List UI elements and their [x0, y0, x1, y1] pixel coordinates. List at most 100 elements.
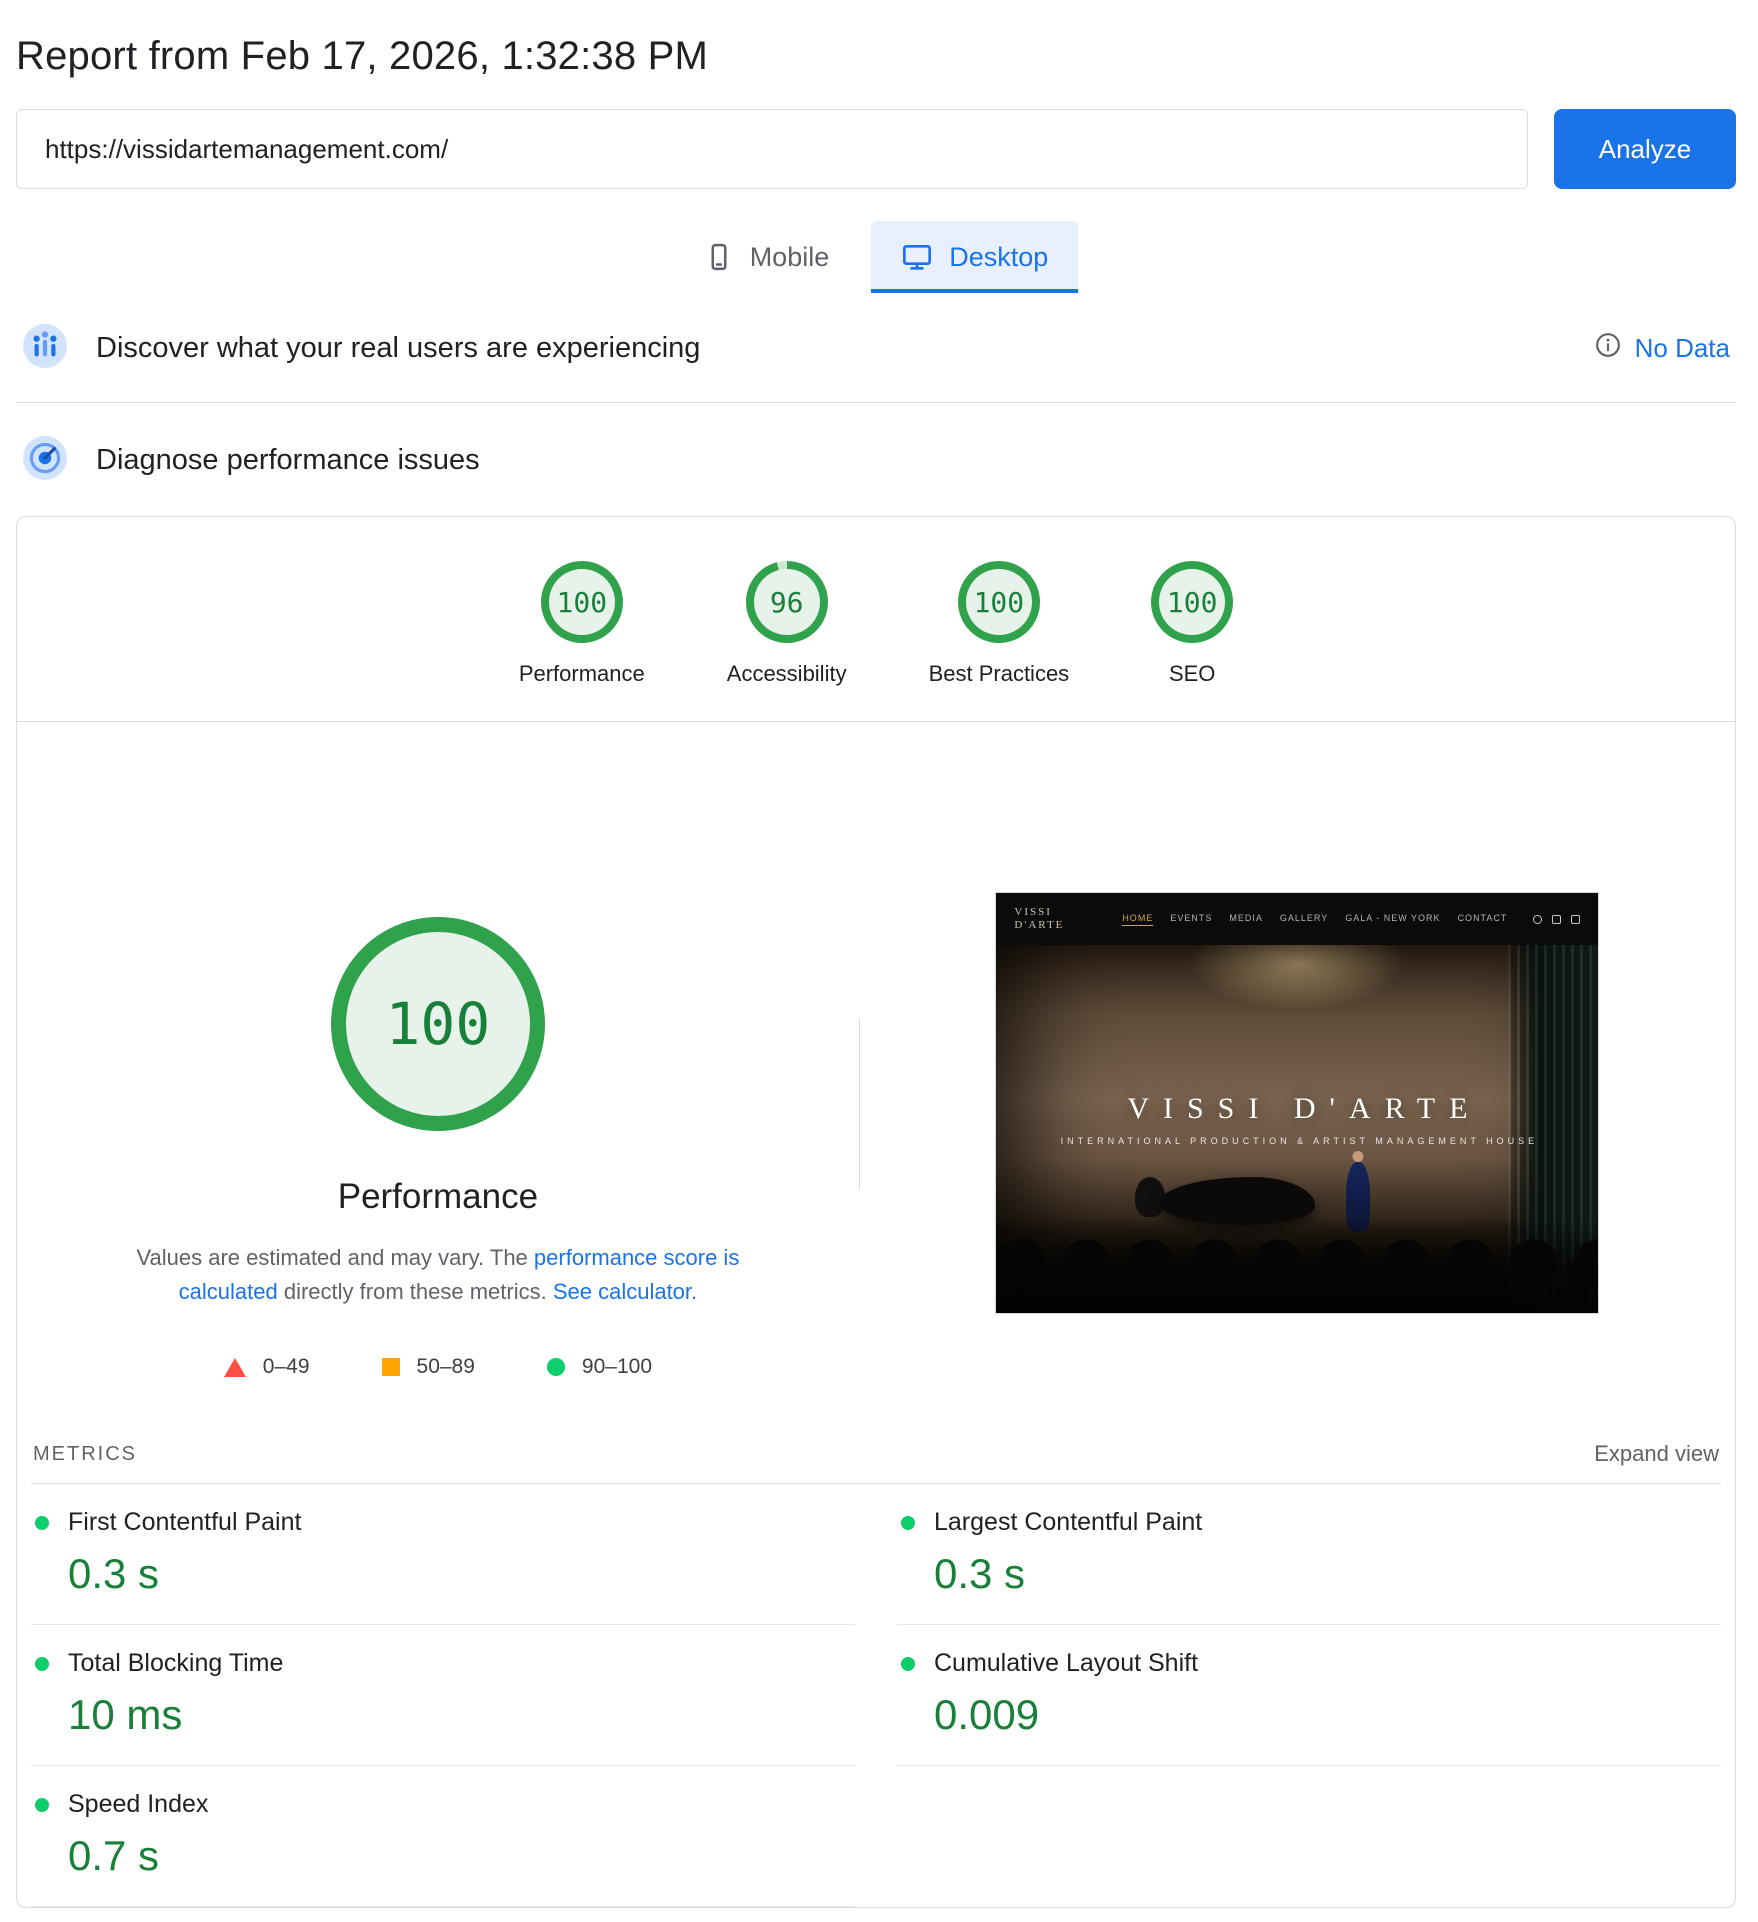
legend-range-average: 50–89 — [382, 1355, 475, 1379]
url-bar: Analyze — [16, 109, 1736, 189]
metrics-header: METRICS Expand view — [31, 1427, 1721, 1484]
performance-gauge: 100 — [331, 917, 545, 1131]
legend-range-fail: 0–49 — [224, 1355, 310, 1379]
site-social-icons — [1533, 915, 1580, 924]
gauge-description: Values are estimated and may vary. The p… — [113, 1241, 763, 1309]
tab-mobile-label: Mobile — [750, 242, 830, 273]
lab-data-section-header: Diagnose performance issues — [16, 403, 1736, 512]
site-navbar: VISSI D'ARTE HOME EVENTS MEDIA GALLERY G… — [996, 893, 1598, 945]
green-circle-icon — [547, 1358, 565, 1376]
category-score-best-practices[interactable]: 100 Best Practices — [929, 561, 1070, 687]
site-hero-text: VISSI D'ARTE INTERNATIONAL PRODUCTION & … — [996, 1092, 1598, 1146]
metric-name: Largest Contentful Paint — [934, 1508, 1202, 1537]
no-data-link[interactable]: No Data — [1635, 333, 1730, 364]
metric-value: 0.3 s — [68, 1550, 845, 1598]
score-ring: 96 — [746, 561, 828, 643]
score-value: 100 — [1159, 569, 1225, 635]
device-tabs: Mobile Desktop — [16, 221, 1736, 293]
metric-value: 0.7 s — [68, 1832, 845, 1880]
site-logo-line: D'ARTE — [1014, 919, 1064, 932]
diagnose-gauge-icon — [22, 435, 68, 486]
real-users-chart-icon — [22, 323, 68, 374]
score-ring: 100 — [1151, 561, 1233, 643]
metric-first-contentful-paint: First Contentful Paint 0.3 s — [31, 1484, 855, 1625]
screenshot-column: VISSI D'ARTE HOME EVENTS MEDIA GALLERY G… — [860, 722, 1735, 1379]
performance-gauge-score: 100 — [386, 990, 491, 1058]
site-hero-title: VISSI D'ARTE — [996, 1092, 1598, 1126]
performance-overview: 100 Performance Values are estimated and… — [17, 722, 1735, 1419]
metrics-right-column: Largest Contentful Paint 0.3 s Cumulativ… — [897, 1484, 1721, 1907]
metric-name: First Contentful Paint — [68, 1508, 301, 1537]
category-score-seo[interactable]: 100 SEO — [1151, 561, 1233, 687]
red-triangle-icon — [224, 1358, 246, 1377]
site-nav-gallery: GALLERY — [1280, 913, 1328, 926]
category-score-performance[interactable]: 100 Performance — [519, 561, 645, 687]
site-logo-line: VISSI — [1014, 906, 1064, 919]
pass-dot-icon — [35, 1516, 49, 1530]
page-title: Report from Feb 17, 2026, 1:32:38 PM — [16, 34, 1736, 79]
metric-value: 0.3 s — [934, 1550, 1711, 1598]
orange-square-icon — [382, 1358, 400, 1376]
site-nav-home: HOME — [1122, 913, 1153, 926]
performance-gauge-column: 100 Performance Values are estimated and… — [17, 722, 859, 1379]
metric-name: Cumulative Layout Shift — [934, 1649, 1198, 1678]
tab-desktop-label: Desktop — [949, 242, 1048, 273]
metric-total-blocking-time: Total Blocking Time 10 ms — [31, 1625, 855, 1766]
mobile-phone-icon — [704, 242, 734, 272]
tab-desktop[interactable]: Desktop — [871, 221, 1078, 293]
concert-hall-photo: VISSI D'ARTE INTERNATIONAL PRODUCTION & … — [996, 945, 1598, 1313]
metric-cumulative-layout-shift: Cumulative Layout Shift 0.009 — [897, 1625, 1721, 1766]
score-ring: 100 — [958, 561, 1040, 643]
no-data-status: No Data — [1595, 332, 1730, 365]
url-input[interactable] — [16, 109, 1528, 189]
category-scores: 100 Performance 96 Accessibility 100 Bes… — [17, 517, 1735, 722]
gauge-desc-text: directly from these metrics. — [278, 1279, 553, 1304]
youtube-icon — [1571, 915, 1580, 924]
score-value: 100 — [966, 569, 1032, 635]
see-calculator-link[interactable]: See calculator. — [553, 1279, 697, 1304]
site-hero-subtitle: INTERNATIONAL PRODUCTION & ARTIST MANAGE… — [996, 1136, 1598, 1146]
legend-label: 90–100 — [582, 1355, 652, 1379]
info-icon — [1595, 332, 1621, 365]
gauge-desc-text: Values are estimated and may vary. The — [136, 1245, 533, 1270]
lab-data-title: Diagnose performance issues — [96, 444, 480, 477]
pass-dot-icon — [901, 1657, 915, 1671]
metrics-heading: METRICS — [33, 1443, 137, 1466]
lighthouse-report-card: 100 Performance 96 Accessibility 100 Bes… — [16, 516, 1736, 1908]
metric-speed-index: Speed Index 0.7 s — [31, 1766, 855, 1907]
metric-name: Speed Index — [68, 1790, 208, 1819]
pass-dot-icon — [35, 1798, 49, 1812]
performance-gauge-label: Performance — [338, 1177, 538, 1217]
expand-view-button[interactable]: Expand view — [1594, 1441, 1719, 1467]
pass-dot-icon — [901, 1516, 915, 1530]
field-data-title: Discover what your real users are experi… — [96, 332, 700, 365]
score-label: Accessibility — [727, 661, 847, 687]
site-screenshot-thumbnail: VISSI D'ARTE HOME EVENTS MEDIA GALLERY G… — [995, 892, 1599, 1314]
audience-silhouettes — [996, 1217, 1598, 1313]
score-value: 100 — [549, 569, 615, 635]
site-nav-media: MEDIA — [1229, 913, 1263, 926]
score-value: 96 — [754, 569, 820, 635]
score-label: SEO — [1169, 661, 1215, 687]
facebook-icon — [1552, 915, 1561, 924]
metric-value: 10 ms — [68, 1691, 845, 1739]
legend-label: 50–89 — [417, 1355, 475, 1379]
legend-label: 0–49 — [263, 1355, 310, 1379]
legend-range-pass: 90–100 — [547, 1355, 652, 1379]
site-nav-contact: CONTACT — [1458, 913, 1508, 926]
score-ring: 100 — [541, 561, 623, 643]
tab-mobile[interactable]: Mobile — [674, 221, 860, 293]
score-label: Best Practices — [929, 661, 1070, 687]
pagespeed-report: Report from Feb 17, 2026, 1:32:38 PM Ana… — [0, 34, 1758, 1908]
site-nav-events: EVENTS — [1170, 913, 1212, 926]
metrics-left-column: First Contentful Paint 0.3 s Total Block… — [31, 1484, 855, 1907]
score-label: Performance — [519, 661, 645, 687]
metric-value: 0.009 — [934, 1691, 1711, 1739]
metrics-grid: First Contentful Paint 0.3 s Total Block… — [31, 1484, 1721, 1907]
analyze-button[interactable]: Analyze — [1554, 109, 1736, 189]
desktop-monitor-icon — [901, 241, 933, 273]
category-score-accessibility[interactable]: 96 Accessibility — [727, 561, 847, 687]
site-nav-gala: GALA - NEW YORK — [1345, 913, 1440, 926]
metric-name: Total Blocking Time — [68, 1649, 283, 1678]
site-logo: VISSI D'ARTE — [1014, 906, 1064, 931]
